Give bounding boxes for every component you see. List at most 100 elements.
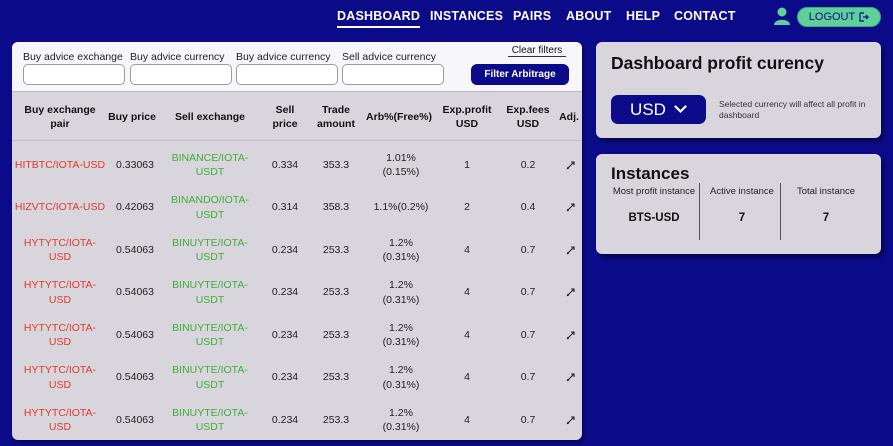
nav-about[interactable]: ABOUT	[566, 9, 611, 23]
cell-buy-pair: HYTYTC/IOTA-USD	[23, 279, 97, 306]
col-exp-profit[interactable]: Exp.profit USD	[437, 93, 497, 141]
col-sell-exchange[interactable]: Sell exchange	[162, 93, 258, 141]
table-row[interactable]: HYTYTC/IOTA-USD 0.54063 BINUYTE/IOTA-USDT 0…	[12, 229, 582, 271]
cell-sell-exchange: BINUYTE/IOTA-USDT	[172, 406, 248, 433]
cell-sell-price: 0.234	[271, 328, 299, 341]
cell-sell-exchange: BINANCE/IOTA-USDT	[171, 151, 249, 178]
user-icon[interactable]	[773, 6, 791, 26]
table-row[interactable]: HYTYTC/IOTA-USD 0.54063 BINUYTE/IOTA-USDT 0…	[12, 399, 582, 440]
table-row[interactable]: HYTYTC/IOTA-USD 0.54063 BINUYTE/IOTA-USDT 0…	[12, 272, 582, 314]
cell-sell-price: 0.234	[271, 413, 299, 426]
logout-button[interactable]: LOGOUT	[797, 7, 881, 27]
cell-arb: 1.2% (0.31%)	[382, 321, 420, 348]
filter-label-buy-currency: Buy advice currency	[130, 51, 225, 63]
buy-currency-input[interactable]	[130, 64, 232, 85]
total-instance-label: Total instance	[796, 186, 856, 197]
cell-exp-profit: 4	[464, 328, 470, 341]
table-row[interactable]: HYTYTC/IOTA-USD 0.54063 BINUYTE/IOTA-USDT 0…	[12, 357, 582, 399]
currency-select[interactable]: USD	[611, 95, 706, 124]
nav-instances[interactable]: INSTANCES	[430, 9, 503, 23]
most-profit-label: Most profit instance	[612, 186, 696, 197]
active-instance-label: Active instance	[710, 186, 774, 197]
col-sell-price[interactable]: Sell price	[268, 93, 302, 141]
sell-currency-input[interactable]	[342, 64, 444, 85]
active-instance-value: 7	[738, 212, 746, 224]
adjust-icon[interactable]	[562, 357, 578, 399]
clear-filters-link[interactable]: Clear filters	[508, 45, 566, 57]
nav-dashboard[interactable]: DASHBOARD	[337, 9, 421, 28]
cell-exp-profit: 4	[464, 286, 470, 299]
cell-sell-exchange: BINUYTE/IOTA-USDT	[172, 364, 248, 391]
cell-trade-amount: 353.3	[322, 158, 350, 171]
cell-exp-profit: 4	[464, 413, 470, 426]
table-row[interactable]: HITBTC/IOTA-USD 0.33063 BINANCE/IOTA-USDT 0…	[12, 144, 582, 186]
adjust-icon[interactable]	[562, 144, 578, 186]
col-trade-amount[interactable]: Trade amount	[308, 93, 364, 141]
cell-buy-price: 0.54063	[116, 371, 154, 384]
nav-pairs[interactable]: PAIRS	[513, 9, 551, 23]
cell-sell-price: 0.234	[271, 371, 299, 384]
cell-trade-amount: 253.3	[322, 286, 350, 299]
cell-exp-fees: 0.7	[520, 413, 536, 426]
col-buy-pair[interactable]: Buy exchange pair	[14, 93, 106, 141]
cell-exp-profit: 2	[464, 201, 470, 214]
cell-sell-price: 0.234	[271, 286, 299, 299]
chevron-down-icon	[674, 105, 687, 114]
cell-exp-fees: 0.4	[520, 201, 536, 214]
table-row[interactable]: HIZVTC/IOTA-USD 0.42063 BINANDO/IOTA-USDT 0…	[12, 187, 582, 229]
cell-arb: 1.1%(0.2%)	[373, 201, 429, 214]
cell-buy-pair: HYTYTC/IOTA-USD	[23, 406, 97, 433]
cell-arb: 1.2% (0.31%)	[382, 279, 420, 306]
adjust-icon[interactable]	[562, 314, 578, 356]
adjust-icon[interactable]	[562, 272, 578, 314]
filter-label-buy-currency-2: Buy advice currency	[236, 51, 331, 63]
cell-arb: 1.2% (0.31%)	[382, 364, 420, 391]
divider	[699, 183, 700, 240]
cell-sell-exchange: BINANDO/IOTA-USDT	[171, 194, 249, 221]
cell-trade-amount: 253.3	[322, 243, 350, 256]
col-exp-fees[interactable]: Exp.fees USD	[502, 93, 554, 141]
cell-trade-amount: 253.3	[322, 413, 350, 426]
cell-exp-profit: 1	[464, 158, 470, 171]
adjust-icon[interactable]	[562, 187, 578, 229]
cell-buy-price: 0.54063	[116, 413, 154, 426]
col-arb[interactable]: Arb%(Free%)	[364, 93, 434, 141]
cell-exp-fees: 0.7	[520, 286, 536, 299]
most-profit-value: BTS-USD	[628, 212, 680, 224]
filter-arbitrage-button[interactable]: Filter Arbitrage	[471, 64, 569, 85]
cell-sell-price: 0.334	[271, 158, 299, 171]
filter-label-sell-currency: Sell advice currency	[342, 51, 436, 63]
cell-sell-exchange: BINUYTE/IOTA-USDT	[172, 236, 248, 263]
cell-trade-amount: 358.3	[322, 201, 350, 214]
cell-arb: 1.01% (0.15%)	[382, 151, 420, 178]
top-nav: DASHBOARD INSTANCES PAIRS ABOUT HELP CON…	[0, 0, 893, 34]
adjust-icon[interactable]	[562, 229, 578, 271]
col-adj: Adj.	[559, 110, 579, 123]
cell-sell-price: 0.314	[271, 201, 299, 214]
table-row[interactable]: HYTYTC/IOTA-USD 0.54063 BINUYTE/IOTA-USDT 0…	[12, 314, 582, 356]
cell-buy-pair: HYTYTC/IOTA-USD	[23, 321, 97, 348]
cell-sell-price: 0.234	[271, 243, 299, 256]
cell-exp-fees: 0.7	[520, 371, 536, 384]
cell-buy-pair: HITBTC/IOTA-USD	[14, 158, 106, 171]
cell-arb: 1.2% (0.31%)	[382, 406, 420, 433]
col-buy-price[interactable]: Buy price	[106, 93, 158, 141]
buy-exchange-input[interactable]	[23, 64, 125, 85]
divider	[780, 183, 781, 240]
cell-buy-price: 0.54063	[116, 243, 154, 256]
cell-sell-exchange: BINUYTE/IOTA-USDT	[172, 321, 248, 348]
cell-exp-profit: 4	[464, 243, 470, 256]
cell-buy-price: 0.42063	[116, 201, 154, 214]
cell-exp-fees: 0.7	[520, 243, 536, 256]
nav-contact[interactable]: CONTACT	[674, 9, 736, 23]
cell-trade-amount: 253.3	[322, 371, 350, 384]
cell-buy-pair: HIZVTC/IOTA-USD	[14, 201, 106, 214]
profit-currency-card: Dashboard profit curency USD Selected cu…	[596, 42, 881, 138]
profit-currency-title: Dashboard profit curency	[611, 53, 824, 73]
table-header: Buy exchange pair Buy price Sell exchang…	[12, 93, 582, 141]
instances-title: Instances	[611, 164, 690, 183]
buy-currency-input-2[interactable]	[236, 64, 338, 85]
cell-buy-price: 0.33063	[116, 158, 154, 171]
nav-help[interactable]: HELP	[626, 9, 660, 23]
adjust-icon[interactable]	[562, 399, 578, 440]
